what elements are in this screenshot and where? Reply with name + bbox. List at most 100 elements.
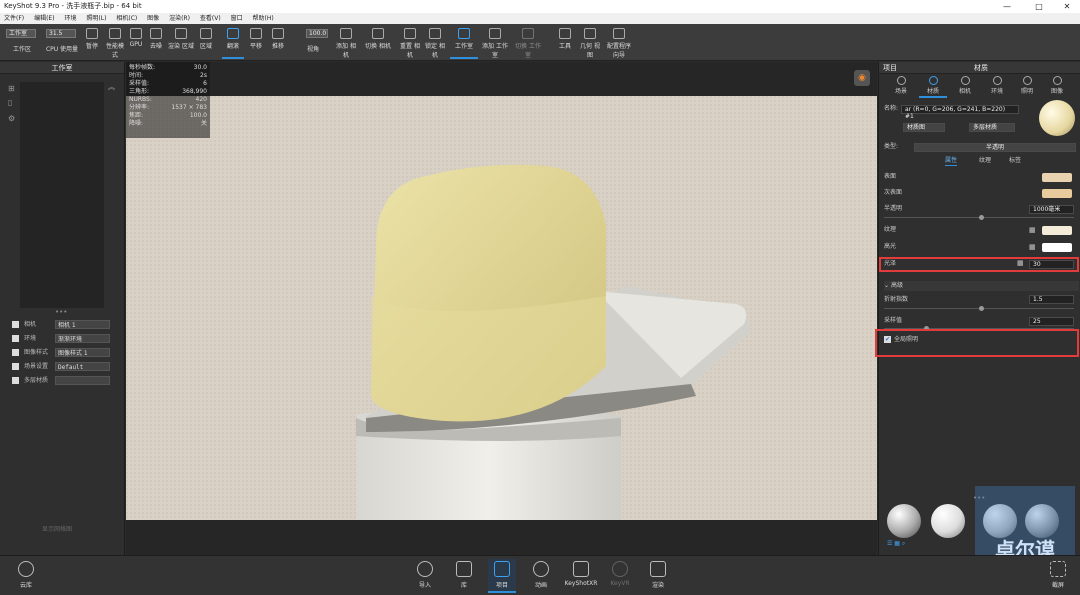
tab-environment[interactable]: 环境 (983, 74, 1011, 98)
keyshotxr-button[interactable]: KeyShotXR (564, 559, 598, 593)
close-button[interactable]: ✕ (1055, 0, 1079, 13)
maximize-button[interactable]: □ (1027, 0, 1051, 13)
environment-dropdown[interactable]: 渐渐环境 (55, 334, 110, 343)
translucency-slider[interactable] (884, 215, 1074, 220)
environment-row[interactable]: 环境 渐渐环境 (12, 334, 110, 343)
gpu-button[interactable]: GPU (126, 26, 146, 59)
geometry-view-button[interactable]: 几何 视图 (578, 26, 602, 59)
scene-settings-checkbox[interactable] (12, 363, 19, 370)
multi-material-checkbox[interactable] (12, 377, 19, 384)
roughness-map-icon[interactable]: ▦ (1017, 259, 1024, 267)
tumble-button[interactable]: 翻滚 (222, 26, 244, 59)
multi-material-dropdown[interactable] (55, 376, 110, 385)
material-thumbnail[interactable] (931, 504, 965, 538)
camera-row[interactable]: 相机 相机 1 (12, 320, 110, 329)
menu-file[interactable]: 文件(F) (0, 13, 28, 24)
tab-scene[interactable]: 场景 (887, 74, 915, 98)
configurator-wizard-button[interactable]: 配置程序 向导 (604, 26, 634, 59)
texture-map-icon[interactable]: ▦ (1029, 226, 1036, 234)
pause-button[interactable]: 暂停 (82, 26, 102, 59)
menu-window[interactable]: 窗口 (227, 13, 247, 24)
refraction-field[interactable]: 1.5 (1029, 295, 1074, 304)
cpu-usage-field[interactable]: 31.5 (46, 29, 76, 38)
subtab-texture[interactable]: 纹理 (979, 156, 991, 166)
specular-map-icon[interactable]: ▦ (1029, 243, 1036, 251)
menu-camera[interactable]: 相机(C) (112, 13, 141, 24)
screenshot-button[interactable]: 截屏 (1044, 559, 1072, 593)
render-button[interactable]: 渲染 (644, 559, 672, 593)
collapse-icon[interactable]: ︽ (108, 82, 115, 92)
delete-icon[interactable]: ▯ (8, 98, 12, 107)
multi-material-button[interactable]: 多层材质 (969, 123, 1015, 132)
switch-studio-button[interactable]: 切换 工作室 (514, 26, 542, 59)
global-illumination-checkbox[interactable]: ✔ (884, 336, 891, 343)
slider-knob[interactable] (979, 306, 984, 311)
specular-color-swatch[interactable] (1042, 243, 1072, 252)
material-thumbnail[interactable] (887, 504, 921, 538)
minimize-button[interactable]: — (995, 0, 1019, 13)
image-style-dropdown[interactable]: 图像样式 1 (55, 348, 110, 357)
menu-edit[interactable]: 编辑(E) (30, 13, 58, 24)
subtab-labels[interactable]: 标签 (1009, 156, 1021, 166)
subtab-properties[interactable]: 属性 (945, 156, 958, 166)
refraction-slider[interactable] (884, 306, 1074, 311)
roughness-field[interactable]: 30 (1029, 260, 1074, 269)
project-button[interactable]: 项目 (488, 559, 516, 593)
studio-button[interactable]: 工作室 (450, 26, 478, 59)
menu-render[interactable]: 渲染(R) (165, 13, 194, 24)
settings-icon[interactable]: ⚙ (8, 114, 15, 123)
menu-lighting[interactable]: 照明(L) (82, 13, 110, 24)
global-illumination-row[interactable]: ✔ 全局照明 (884, 335, 918, 345)
multi-material-row[interactable]: 多层材质 (12, 376, 110, 385)
resize-handle-icon[interactable]: ••• (55, 308, 67, 316)
image-style-checkbox[interactable] (12, 349, 19, 356)
animation-button[interactable]: 动画 (527, 559, 555, 593)
render-settings-icon[interactable]: ◉ (854, 70, 870, 86)
samples-field[interactable]: 25 (1029, 317, 1074, 326)
add-studio-button[interactable]: 添加 工作室 (482, 26, 508, 59)
environment-checkbox[interactable] (12, 335, 19, 342)
advanced-section-header[interactable]: ⌄ 高级 (884, 281, 1079, 291)
translucency-field[interactable]: 1000毫米 (1029, 205, 1074, 214)
cloud-library-button[interactable]: 云库 (12, 559, 40, 593)
tab-material[interactable]: 材质 (919, 74, 947, 98)
scene-settings-dropdown[interactable]: Default (55, 362, 110, 371)
material-type-dropdown[interactable]: 半透明 (914, 143, 1076, 152)
add-camera-button[interactable]: 添加 相机 (334, 26, 358, 59)
menu-environment[interactable]: 环境 (60, 13, 80, 24)
keyvr-button[interactable]: KeyVR (606, 559, 634, 593)
reset-camera-button[interactable]: 重置 相机 (398, 26, 422, 59)
tab-lighting[interactable]: 照明 (1013, 74, 1041, 98)
menu-image[interactable]: 图像 (143, 13, 163, 24)
studio-list[interactable] (20, 82, 104, 308)
render-region-button[interactable]: 渲染 区域 (168, 26, 194, 59)
subsurface-color-swatch[interactable] (1042, 189, 1072, 198)
lock-camera-button[interactable]: 锁定 相机 (424, 26, 446, 59)
material-preview[interactable] (1039, 100, 1075, 136)
scene-settings-row[interactable]: 场景设置 Default (12, 362, 110, 371)
zoom-field[interactable]: 100.0 (306, 29, 328, 38)
tab-image[interactable]: 图像 (1043, 74, 1071, 98)
material-graph-button[interactable]: 材质图 (903, 123, 945, 132)
image-style-row[interactable]: 图像样式 图像样式 1 (12, 348, 110, 357)
denoise-button[interactable]: 去噪 (146, 26, 166, 59)
library-button[interactable]: 库 (450, 559, 478, 593)
render-image[interactable] (126, 96, 877, 520)
tab-camera[interactable]: 相机 (951, 74, 979, 98)
view-toggle-icon[interactable]: ☰ ▦ ⌕ (887, 540, 905, 548)
tools-button[interactable]: 工具 (554, 26, 576, 59)
import-button[interactable]: 导入 (411, 559, 439, 593)
project-tab-label[interactable]: 项目 (883, 64, 897, 72)
surface-color-swatch[interactable] (1042, 173, 1072, 182)
menu-view[interactable]: 查看(V) (196, 13, 225, 24)
switch-camera-button[interactable]: 切换 相机 (364, 26, 392, 59)
material-tab-label[interactable]: 材质 (974, 62, 988, 74)
camera-checkbox[interactable] (12, 321, 19, 328)
workspace-select[interactable]: 工作室 (6, 29, 36, 38)
region-button[interactable]: 区域 (196, 26, 216, 59)
pan-button[interactable]: 平移 (246, 26, 266, 59)
performance-mode-button[interactable]: 性能模式 (104, 26, 126, 59)
material-name-field[interactable]: ar (R=0, G=206, G=241, B=220) #1 (901, 105, 1019, 120)
dolly-button[interactable]: 推移 (268, 26, 288, 59)
texture-color-swatch[interactable] (1042, 226, 1072, 235)
